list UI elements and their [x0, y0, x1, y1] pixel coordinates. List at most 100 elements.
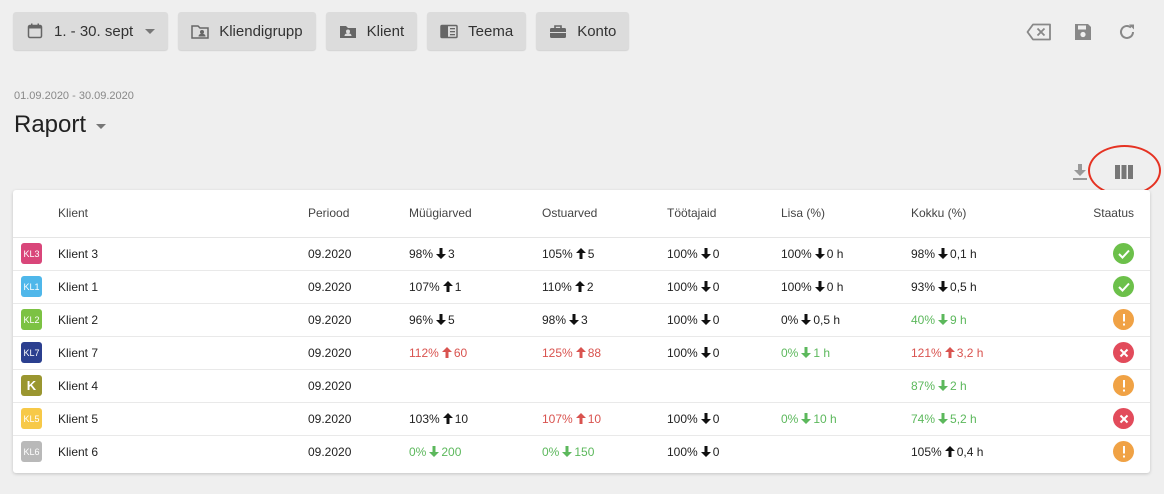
arrow-down-icon — [436, 314, 447, 325]
col-sales-invoices[interactable]: Müügiarved — [409, 190, 542, 238]
purchase-invoices-cell: 0% 150 — [542, 435, 667, 468]
metric-delta: 200 — [441, 444, 462, 459]
theme-label: Teema — [468, 22, 514, 40]
client-button[interactable]: Klient — [325, 12, 418, 50]
metric-value: 107% 10 — [542, 412, 601, 426]
metric-delta: 0,5 h — [813, 312, 841, 327]
refresh-icon[interactable] — [1114, 19, 1140, 45]
metric-percent: 100% — [667, 279, 698, 294]
col-status[interactable]: Staatus — [1069, 190, 1150, 238]
briefcase-icon — [549, 23, 567, 39]
metric-value: 100% 0 — [667, 412, 719, 426]
table-row[interactable]: KL1 Klient 1 09.2020 107% 1 110% 2 100% 0 100% 0 h… — [13, 270, 1150, 304]
col-period[interactable]: Periood — [308, 190, 409, 238]
arrow-down-icon — [938, 314, 949, 325]
status-error-icon[interactable] — [1113, 408, 1134, 429]
total-cell: 74% 5,2 h — [911, 402, 1069, 436]
metric-delta: 0,1 h — [950, 246, 977, 261]
metric-delta: 5,2 h — [950, 411, 977, 426]
extra-cell: 0% 0,5 h — [781, 303, 911, 337]
metric-value: 100% 0 h — [781, 247, 843, 261]
metric-value: 98% 3 — [542, 313, 588, 327]
client-name[interactable]: Klient 7 — [58, 336, 308, 370]
client-name[interactable]: Klient 3 — [58, 237, 308, 271]
table-row[interactable]: K Klient 4 09.2020 87% 2 h — [13, 369, 1150, 403]
total-cell: 87% 2 h — [911, 369, 1069, 403]
metric-percent: 105% — [911, 444, 942, 459]
metric-percent: 87% — [911, 378, 936, 393]
table-row[interactable]: KL7 Klient 7 09.2020 112% 60 125% 88 100% 0 0% 1 h… — [13, 336, 1150, 370]
arrow-down-icon — [938, 413, 949, 424]
client-name[interactable]: Klient 2 — [58, 303, 308, 337]
status-ok-icon[interactable] — [1113, 276, 1134, 297]
purchase-invoices-cell: 110% 2 — [542, 270, 667, 304]
arrow-down-icon — [801, 314, 812, 325]
total-cell: 93% 0,5 h — [911, 270, 1069, 304]
status-warning-icon[interactable] — [1113, 375, 1134, 396]
arrow-down-icon — [938, 380, 949, 391]
theme-button[interactable]: Teema — [427, 12, 527, 50]
arrow-down-icon — [562, 446, 573, 458]
employees-cell: 100% 0 — [667, 402, 781, 436]
client-group-button[interactable]: Kliendigrupp — [178, 12, 316, 50]
employees-cell: 100% 0 — [667, 237, 781, 271]
metric-percent: 110% — [542, 279, 572, 294]
table-row[interactable]: KL2 Klient 2 09.2020 96% 5 98% 3 100% 0 0% 0,5 h 40… — [13, 303, 1150, 337]
status-warning-icon[interactable] — [1113, 441, 1134, 463]
metric-percent: 74% — [911, 411, 936, 426]
metric-value: 40% 9 h — [911, 313, 967, 327]
table-row[interactable]: KL6 Klient 6 09.2020 0% 200 0% 150 100% 0 105% 0,4… — [13, 435, 1150, 468]
extra-cell: 100% 0 h — [781, 237, 911, 271]
status-ok-icon[interactable] — [1113, 243, 1134, 264]
extra-cell: 0% 1 h — [781, 336, 911, 370]
metric-delta: 0 — [712, 246, 720, 261]
client-label: Klient — [366, 22, 405, 40]
period-select[interactable]: 1. - 30. sept — [13, 12, 169, 50]
chevron-down-icon — [145, 28, 156, 34]
clear-filter-icon[interactable] — [1026, 19, 1052, 45]
metric-value: 112% 60 — [409, 346, 467, 360]
col-extra[interactable]: Lisa (%) — [781, 190, 911, 238]
metric-value: 96% 5 — [409, 313, 455, 327]
account-button[interactable]: Konto — [536, 12, 630, 50]
metric-value: 107% 1 — [409, 280, 461, 294]
col-client[interactable]: Klient — [58, 190, 308, 238]
employees-cell: 100% 0 — [667, 270, 781, 304]
period-cell: 09.2020 — [308, 444, 352, 459]
period-cell: 09.2020 — [308, 237, 409, 271]
metric-delta: 5 — [587, 246, 595, 261]
metric-value: 93% 0,5 h — [911, 280, 977, 294]
table-row[interactable]: KL3 Klient 3 09.2020 98% 3 105% 5 100% 0 100% 0 h9… — [13, 237, 1150, 271]
page-title: Raport — [14, 111, 87, 138]
client-name[interactable]: Klient 6 — [58, 435, 308, 468]
metric-value: 0% 10 h — [781, 412, 837, 426]
client-name[interactable]: Klient 4 — [58, 369, 308, 403]
metric-percent: 98% — [409, 246, 434, 261]
metric-delta: 88 — [587, 345, 602, 360]
employees-cell: 100% 0 — [667, 435, 781, 468]
purchase-invoices-cell: 98% 3 — [542, 303, 667, 337]
col-purchase-invoices[interactable]: Ostuarved — [542, 190, 667, 238]
purchase-invoices-cell: 125% 88 — [542, 336, 667, 370]
col-employees[interactable]: Töötajaid — [667, 190, 781, 238]
report-selector[interactable]: Raport — [14, 111, 107, 139]
metric-value: 100% 0 h — [781, 280, 843, 294]
table-row[interactable]: KL5 Klient 5 09.2020 103% 10 107% 10 100% 0 0% 10 … — [13, 402, 1150, 436]
col-total[interactable]: Kokku (%) — [911, 190, 1069, 238]
theme-icon — [440, 23, 458, 39]
metric-percent: 93% — [911, 279, 936, 294]
save-icon[interactable] — [1070, 19, 1096, 45]
total-cell: 105% 0,4 h — [911, 435, 1069, 468]
client-name[interactable]: Klient 1 — [58, 270, 308, 304]
metric-delta: 3,2 h — [956, 345, 984, 360]
metric-delta: 0 — [712, 312, 720, 327]
metric-value: 125% 88 — [542, 346, 601, 360]
metric-percent: 112% — [409, 345, 439, 360]
metric-value: 105% 0,4 h — [911, 445, 983, 459]
metric-percent: 0% — [409, 444, 427, 459]
account-label: Konto — [577, 22, 617, 40]
status-warning-icon[interactable] — [1113, 309, 1134, 330]
metric-percent: 100% — [667, 411, 698, 426]
status-error-icon[interactable] — [1113, 342, 1134, 363]
client-name[interactable]: Klient 5 — [58, 402, 308, 436]
